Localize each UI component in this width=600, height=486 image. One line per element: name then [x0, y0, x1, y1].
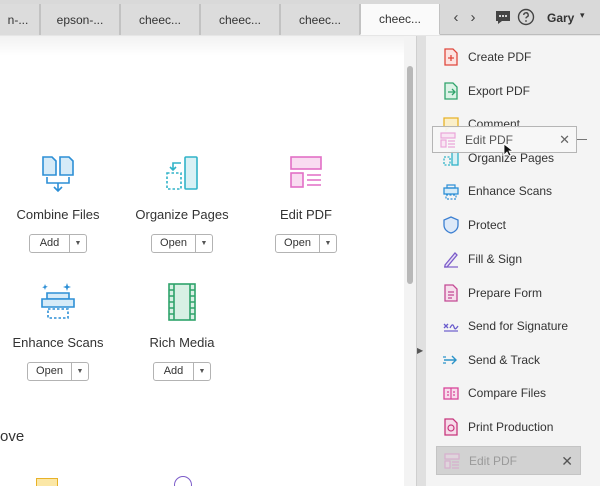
- close-icon[interactable]: ✕: [559, 132, 570, 148]
- pane-divider[interactable]: [416, 36, 426, 486]
- placeholder-label: Edit PDF: [469, 453, 518, 468]
- tool-combine-files[interactable]: Combine Files Add ▼: [0, 153, 128, 253]
- organize-pages-icon: [161, 153, 203, 195]
- tab-5[interactable]: cheec...: [280, 4, 360, 35]
- pane-item-label: Fill & Sign: [468, 252, 523, 266]
- pane-item-export-pdf[interactable]: Export PDF: [442, 80, 530, 102]
- pane-item-label: Prepare Form: [468, 286, 543, 300]
- pane-item-label: Create PDF: [468, 50, 532, 64]
- pane-item-label: Enhance Scans: [468, 184, 553, 198]
- partial-tool-icon: [36, 478, 58, 486]
- edit-pdf-icon: [285, 153, 327, 195]
- help-icon[interactable]: [517, 8, 535, 26]
- tool-action-group: Open ▼: [27, 362, 89, 381]
- send-track-icon: [442, 351, 460, 369]
- drop-indicator-line: [577, 139, 587, 140]
- pane-item-fill-sign[interactable]: Fill & Sign: [442, 248, 522, 270]
- pane-item-label: Print Production: [468, 420, 554, 434]
- tool-action-group: Add ▼: [153, 362, 211, 381]
- enhance-scans-icon: [37, 281, 79, 323]
- collapse-pane-icon[interactable]: ▶: [417, 346, 423, 355]
- tool-organize-pages[interactable]: Organize Pages Open ▼: [112, 153, 252, 253]
- pane-item-send-for-signature[interactable]: Send for Signature: [442, 315, 568, 337]
- send-for-signature-icon: [442, 317, 460, 335]
- prepare-form-icon: [442, 284, 460, 302]
- tab-6-active[interactable]: cheec...: [360, 4, 440, 35]
- tool-action-group: Add ▼: [29, 234, 87, 253]
- pane-item-label: Protect: [468, 218, 507, 232]
- protect-icon: [442, 216, 460, 234]
- pane-item-protect[interactable]: Protect: [442, 214, 506, 236]
- tab-4[interactable]: cheec...: [200, 4, 280, 35]
- tool-action-group: Open ▼: [151, 234, 213, 253]
- tab-label: cheec...: [298, 12, 342, 27]
- create-pdf-icon: [442, 48, 460, 66]
- tool-label: Combine Files: [16, 207, 100, 222]
- edit-pdf-icon: [439, 131, 457, 149]
- tool-label: Edit PDF: [279, 207, 332, 222]
- tab-1[interactable]: n-...: [0, 4, 40, 35]
- user-name[interactable]: Gary: [547, 11, 574, 25]
- pane-item-enhance-scans[interactable]: Enhance Scans: [442, 180, 552, 202]
- print-production-icon: [442, 418, 460, 436]
- tab-scroll-right-icon[interactable]: ›: [466, 9, 480, 26]
- pane-item-send-track[interactable]: Send & Track: [442, 349, 540, 371]
- pane-item-label: Export PDF: [468, 84, 531, 98]
- edit-pdf-icon: [443, 452, 461, 470]
- chevron-down-icon[interactable]: ▼: [72, 363, 88, 380]
- pane-item-print-production[interactable]: Print Production: [442, 416, 553, 438]
- tab-label: cheec...: [218, 12, 262, 27]
- add-button[interactable]: Add: [30, 235, 70, 252]
- tab-label: cheec...: [378, 12, 422, 26]
- pane-item-label: Compare Files: [468, 386, 547, 400]
- pane-item-compare-files[interactable]: Compare Files: [442, 382, 546, 404]
- tab-label: n-...: [7, 12, 29, 27]
- close-icon[interactable]: ✕: [561, 453, 573, 470]
- enhance-scans-icon: [442, 182, 460, 200]
- pane-item-label: Send & Track: [468, 353, 541, 367]
- tool-edit-pdf[interactable]: Edit PDF Open ▼: [236, 153, 376, 253]
- export-pdf-icon: [442, 82, 460, 100]
- tab-3[interactable]: cheec...: [120, 4, 200, 35]
- edit-pdf-drop-placeholder[interactable]: Edit PDF ✕: [436, 446, 581, 475]
- pane-item-create-pdf[interactable]: Create PDF: [442, 46, 531, 68]
- pane-item-prepare-form[interactable]: Prepare Form: [442, 282, 542, 304]
- rich-media-icon: [161, 281, 203, 323]
- open-button[interactable]: Open: [276, 235, 320, 252]
- tab-label: cheec...: [138, 12, 182, 27]
- chevron-down-icon[interactable]: ▼: [70, 235, 86, 252]
- chevron-down-icon[interactable]: ▼: [320, 235, 336, 252]
- tool-label: Rich Media: [149, 335, 215, 350]
- compare-files-icon: [442, 384, 460, 402]
- tool-action-group: Open ▼: [275, 234, 337, 253]
- tab-2[interactable]: epson-...: [40, 4, 120, 35]
- tool-rich-media[interactable]: Rich Media Add ▼: [112, 281, 252, 381]
- pane-item-label: Send for Signature: [468, 319, 569, 333]
- chevron-down-icon[interactable]: ▼: [194, 363, 210, 380]
- section-heading: ove: [0, 428, 25, 445]
- main-top-shadow: [0, 36, 404, 56]
- open-button[interactable]: Open: [28, 363, 72, 380]
- main-scroll-thumb[interactable]: [407, 66, 413, 284]
- tool-label: Organize Pages: [135, 207, 229, 222]
- tab-scroll-left-icon[interactable]: ‹: [449, 9, 463, 26]
- tab-label: epson-...: [56, 12, 104, 27]
- open-button[interactable]: Open: [152, 235, 196, 252]
- user-menu-chevron-icon[interactable]: ▾: [580, 10, 585, 21]
- combine-files-icon: [37, 153, 79, 195]
- add-button[interactable]: Add: [154, 363, 194, 380]
- chat-icon[interactable]: [494, 8, 512, 26]
- tools-main-area: [0, 36, 404, 486]
- mouse-pointer-icon: [503, 143, 513, 157]
- tool-label: Enhance Scans: [12, 335, 104, 350]
- chevron-down-icon[interactable]: ▼: [196, 235, 212, 252]
- tool-enhance-scans[interactable]: Enhance Scans Open ▼: [0, 281, 128, 381]
- fill-sign-icon: [442, 250, 460, 268]
